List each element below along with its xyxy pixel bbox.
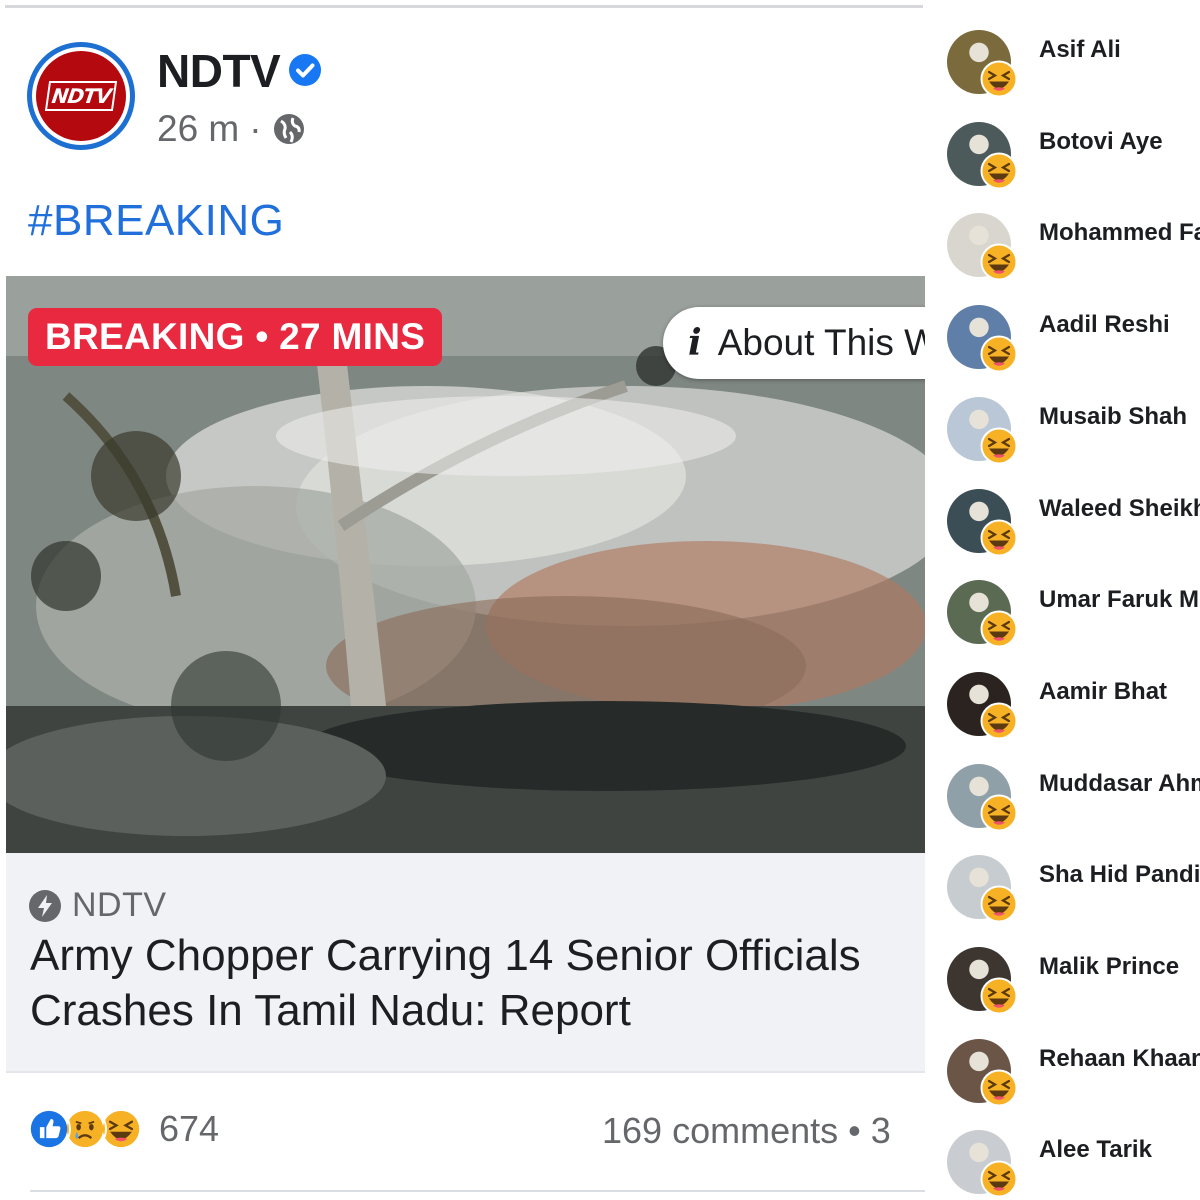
reaction-count: 674 — [159, 1108, 220, 1149]
reactor-row[interactable]: Rehaan Khaan — [925, 1025, 1200, 1117]
reactor-name[interactable]: Umar Faruk Mu — [1039, 586, 1200, 614]
reactor-name[interactable]: Botovi Aye — [1039, 128, 1163, 156]
logo-badge: NDTV — [36, 51, 126, 141]
about-this-label: About This W — [717, 322, 925, 363]
breaking-badge: BREAKING • 27 MINS — [28, 308, 443, 366]
post-time[interactable]: 26 m — [157, 108, 239, 150]
like-icon — [27, 1107, 71, 1151]
post-card: NDTV NDTV 26 m · #BREAKING BREAKING • 27… — [0, 0, 925, 1200]
reactor-name[interactable]: Muddasar Ahm — [1039, 770, 1200, 798]
logo-text: NDTV — [44, 81, 118, 111]
hashtag-link[interactable]: #BREAKING — [28, 196, 284, 246]
divider — [6, 1071, 925, 1073]
reactor-row[interactable]: Aamir Bhat — [925, 658, 1200, 750]
link-headline[interactable]: Army Chopper Carrying 14 Senior Official… — [30, 928, 920, 1038]
haha-icon — [980, 427, 1018, 465]
reactor-row[interactable]: Waleed Sheikh — [925, 475, 1200, 567]
link-source-name: NDTV — [72, 886, 167, 924]
reactor-row[interactable]: Mohammed Fa — [925, 199, 1200, 291]
verified-badge-icon — [289, 54, 321, 86]
haha-icon — [980, 243, 1018, 281]
haha-icon — [980, 1160, 1018, 1198]
reactor-name[interactable]: Alee Tarik — [1039, 1136, 1152, 1164]
globe-icon — [273, 114, 304, 144]
haha-icon — [980, 335, 1018, 373]
bolt-icon — [29, 889, 61, 922]
page-avatar[interactable]: NDTV — [27, 42, 135, 150]
haha-icon — [980, 794, 1018, 832]
page-name[interactable]: NDTV — [157, 44, 281, 98]
haha-icon — [980, 519, 1018, 557]
reactor-name[interactable]: Malik Prince — [1039, 953, 1179, 981]
about-this-button[interactable]: i About This W — [663, 307, 925, 379]
haha-icon — [980, 610, 1018, 648]
reactor-row[interactable]: Aadil Reshi — [925, 291, 1200, 383]
link-source: NDTV — [28, 886, 167, 925]
reactor-row[interactable]: Botovi Aye — [925, 108, 1200, 200]
reactor-name[interactable]: Asif Ali — [1039, 36, 1121, 64]
reactor-row[interactable]: Umar Faruk Mu — [925, 566, 1200, 658]
reactor-name[interactable]: Aamir Bhat — [1039, 678, 1167, 706]
reactor-row[interactable]: Alee Tarik — [925, 1116, 1200, 1200]
haha-icon — [980, 152, 1018, 190]
divider — [30, 1190, 925, 1192]
reaction-summary[interactable]: 674 — [27, 1107, 219, 1151]
reactor-name[interactable]: Musaib Shah — [1039, 403, 1187, 431]
meta-separator: · — [249, 108, 262, 149]
reactor-row[interactable]: Asif Ali — [925, 16, 1200, 108]
haha-icon — [980, 702, 1018, 740]
haha-icon — [980, 60, 1018, 98]
reactor-row[interactable]: Malik Prince — [925, 933, 1200, 1025]
reactor-row[interactable]: Sha Hid Pandit — [925, 841, 1200, 933]
haha-icon — [980, 885, 1018, 923]
comments-count[interactable]: 169 comments • 3 — [602, 1110, 891, 1152]
haha-icon — [980, 977, 1018, 1015]
reactor-name[interactable]: Rehaan Khaan — [1039, 1045, 1200, 1073]
reactors-list: Asif Ali Botovi Aye Mohammed Fa Aadil Reshi… — [925, 0, 1200, 1200]
haha-icon — [980, 1069, 1018, 1107]
reactor-name[interactable]: Mohammed Fa — [1039, 219, 1200, 247]
divider — [5, 5, 923, 8]
reactor-row[interactable]: Musaib Shah — [925, 383, 1200, 475]
info-icon: i — [688, 322, 702, 364]
post-meta: 26 m · — [157, 108, 306, 150]
reactor-name[interactable]: Aadil Reshi — [1039, 311, 1170, 339]
reactor-name[interactable]: Waleed Sheikh — [1039, 495, 1200, 523]
reactor-name[interactable]: Sha Hid Pandit — [1039, 861, 1200, 889]
reactor-row[interactable]: Muddasar Ahm — [925, 750, 1200, 842]
